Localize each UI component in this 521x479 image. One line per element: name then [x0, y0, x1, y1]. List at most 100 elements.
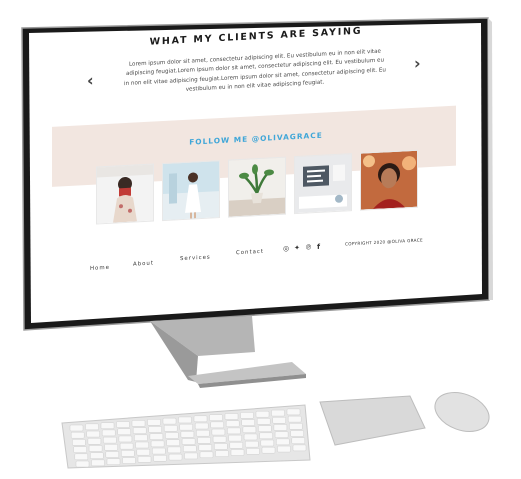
- keyboard-key: [227, 427, 241, 435]
- keyboard-key: [276, 438, 290, 446]
- keyboard-key: [101, 429, 116, 437]
- keyboard-key: [162, 417, 177, 425]
- copyright-text: COPYRIGHT 2020 @OLIVA GRACE: [345, 237, 423, 247]
- woman-in-white-dress-photo[interactable]: [162, 160, 220, 222]
- keyboard-key: [150, 440, 165, 448]
- keyboard-key: [153, 455, 167, 462]
- potted-plant-photo[interactable]: [228, 156, 286, 218]
- keyboard-key: [152, 447, 166, 455]
- keyboard-key: [196, 429, 210, 437]
- keyboard-key: [258, 425, 272, 432]
- keyboard-key: [273, 424, 288, 431]
- keyboard-key: [225, 420, 240, 427]
- nav-home[interactable]: Home: [90, 265, 110, 272]
- keyboard-key: [246, 448, 260, 455]
- keyboard-key: [75, 460, 90, 468]
- keyboard-key: [260, 439, 275, 447]
- keyboard-key: [277, 445, 291, 453]
- keyboard-key: [181, 438, 196, 445]
- keyboard-key: [147, 419, 161, 426]
- keyboard-key: [255, 410, 270, 418]
- keyboard-key: [121, 450, 135, 457]
- chevron-left-icon[interactable]: ‹: [87, 71, 94, 90]
- facebook-icon[interactable]: f: [317, 243, 320, 251]
- keyboard-key: [215, 450, 229, 457]
- keyboard-key: [106, 458, 121, 465]
- keyboard-key: [87, 438, 102, 445]
- keyboard-key: [224, 413, 239, 420]
- testimonial-quote: Lorem ipsum dolor sit amet, consectetur …: [105, 46, 405, 99]
- keyboard-key: [85, 423, 99, 431]
- keyboard-key: [166, 439, 180, 446]
- instagram-icon[interactable]: ◎: [283, 244, 289, 252]
- keyboard-key: [291, 437, 306, 444]
- keyboard-key: [86, 430, 100, 438]
- keyboard-key: [259, 432, 273, 440]
- keyboard-key: [91, 459, 105, 467]
- keyboard-key: [199, 451, 214, 459]
- keyboard-key: [210, 421, 224, 429]
- keyboard-key: [229, 442, 244, 449]
- desktop-monitor-mockup: WHAT MY CLIENTS ARE SAYING ‹ › Lorem ips…: [0, 0, 521, 479]
- twitter-icon[interactable]: ✦: [294, 244, 300, 252]
- keyboard-key: [180, 431, 195, 438]
- keyboard-key: [183, 445, 197, 452]
- keyboard-key: [179, 423, 193, 431]
- keyboard-key: [211, 428, 226, 436]
- website-screen: WHAT MY CLIENTS ARE SAYING ‹ › Lorem ips…: [30, 6, 482, 320]
- keyboard-key: [287, 415, 302, 423]
- keyboard-key: [148, 426, 162, 433]
- keyboard-key: [289, 423, 303, 430]
- keyboard-key: [103, 436, 117, 444]
- keyboard-key: [136, 448, 151, 456]
- chevron-right-icon[interactable]: ›: [414, 54, 421, 73]
- keyboard-key: [272, 417, 286, 424]
- keyboard-key: [132, 427, 147, 434]
- keyboard-key: [241, 419, 255, 426]
- keyboard-key: [72, 439, 86, 446]
- keyboard-key: [163, 425, 178, 432]
- keyboard-key: [100, 422, 115, 429]
- nav-services[interactable]: Services: [180, 255, 211, 263]
- keyboard-key: [167, 446, 182, 454]
- keyboard-key: [74, 453, 89, 461]
- trackpad: [319, 395, 426, 446]
- keyboard-key: [119, 442, 134, 450]
- keyboard-key: [214, 443, 228, 450]
- woman-with-camera-photo[interactable]: [96, 163, 154, 225]
- keyboard-key: [194, 422, 209, 430]
- keyboard-key: [178, 416, 192, 424]
- keyboard-key: [193, 415, 208, 423]
- keyboard-key: [134, 434, 148, 442]
- keyboard-key: [122, 457, 136, 464]
- nav-about[interactable]: About: [133, 261, 154, 268]
- keyboard-key: [168, 453, 183, 461]
- keyboard: [61, 404, 311, 469]
- keyboard-key: [198, 444, 213, 451]
- keyboard-key: [230, 449, 245, 456]
- keyboard-key: [118, 435, 133, 443]
- keyboard-key: [104, 444, 118, 451]
- mouse: [434, 392, 490, 432]
- keyboard-key: [70, 431, 85, 439]
- keyboard-key: [90, 452, 104, 459]
- keyboard-key: [69, 424, 84, 432]
- desk-flatlay-photo[interactable]: [294, 153, 352, 215]
- keyboard-key: [243, 433, 258, 441]
- keyboard-key: [245, 440, 259, 448]
- keyboard-key: [116, 421, 130, 428]
- keyboard-key: [274, 431, 289, 438]
- keyboard-key: [242, 426, 257, 433]
- keyboard-key: [209, 414, 223, 421]
- woman-portrait-photo[interactable]: [360, 149, 418, 211]
- pinterest-icon[interactable]: ℗: [305, 243, 312, 251]
- keyboard-key: [117, 428, 131, 435]
- keyboard-key: [88, 445, 103, 452]
- keyboard-key: [165, 432, 179, 439]
- keyboard-key: [137, 456, 152, 463]
- nav-contact[interactable]: Contact: [236, 249, 264, 256]
- keyboard-key: [212, 436, 227, 443]
- keyboard-key: [184, 452, 198, 460]
- keyboard-key: [271, 409, 285, 417]
- keyboard-key: [131, 420, 146, 427]
